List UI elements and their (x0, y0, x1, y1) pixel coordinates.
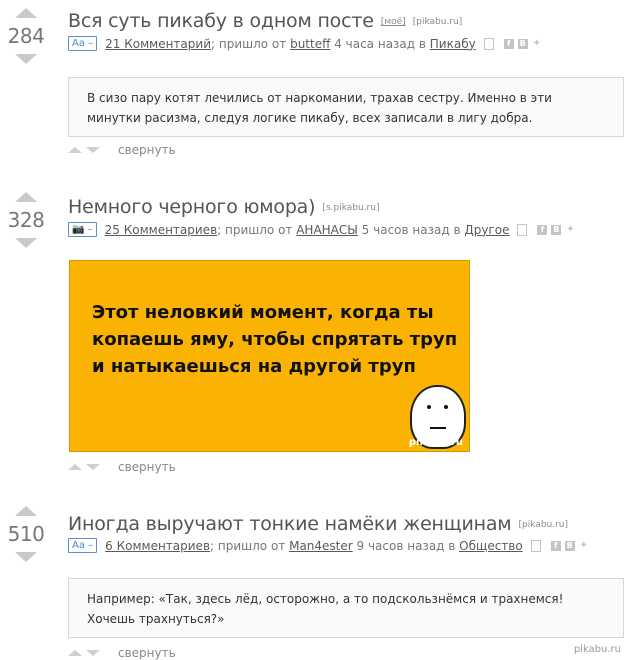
small-upvote-icon[interactable] (68, 147, 82, 153)
eye-icon (444, 405, 448, 409)
facebook-icon[interactable]: f (537, 224, 548, 235)
downvote-icon[interactable] (15, 552, 37, 562)
twitter-icon[interactable]: ✦ (532, 38, 542, 49)
small-upvote-icon[interactable] (68, 650, 82, 656)
mouth-icon (430, 427, 446, 429)
author-link[interactable]: butteff (290, 37, 330, 51)
post-title[interactable]: Вся суть пикабу в одном посте (68, 10, 374, 32)
post-image[interactable]: Этот неловкий момент, когда ты копаешь я… (69, 260, 470, 452)
facebook-icon[interactable]: f (503, 38, 514, 49)
post-time: 5 часов назад в (357, 222, 465, 237)
comments-link[interactable]: 21 Комментарий (105, 37, 211, 51)
post-title[interactable]: Иногда выручают тонкие намёки женщинам (68, 513, 512, 535)
bookmark-icon[interactable] (517, 223, 528, 236)
downvote-icon[interactable] (15, 54, 37, 64)
facebook-icon[interactable]: f (550, 540, 561, 551)
post-type-badge[interactable]: 📷 – (68, 222, 97, 237)
share-icons: f B ✦ (530, 539, 593, 552)
meta-text: ; пришло от (211, 36, 291, 51)
share-icons: f B ✦ (517, 223, 579, 236)
share-icons: f B ✦ (483, 37, 546, 50)
post-text: В сизо пару котят лечились от наркомании… (68, 77, 624, 137)
collapse-link[interactable]: свернуть (118, 143, 176, 157)
post-rating: 328 (7, 208, 45, 232)
small-upvote-icon[interactable] (68, 464, 82, 470)
author-link[interactable]: АНАНАСЫ (296, 223, 358, 237)
post-source: [pikabu.ru] (518, 520, 569, 530)
post-actions: свернуть (68, 460, 176, 474)
post-tag[interactable]: [моё] (381, 17, 406, 27)
upvote-icon[interactable] (15, 8, 37, 18)
image-caption: Этот неловкий момент, когда ты копаешь я… (92, 302, 458, 377)
post-title-row: Вся суть пикабу в одном посте [моё] [pik… (68, 10, 462, 32)
collapse-link[interactable]: свернуть (118, 646, 176, 660)
small-downvote-icon[interactable] (86, 650, 100, 656)
meta-text: ; пришло от (210, 538, 290, 553)
post-type-badge[interactable]: Aa – (68, 36, 98, 51)
bookmark-icon[interactable] (530, 539, 541, 552)
post-rating: 510 (7, 522, 45, 546)
post-source: [pikabu.ru] (412, 17, 463, 27)
post-actions: свернуть (68, 646, 176, 660)
post-title[interactable]: Немного черного юмора) (68, 196, 316, 218)
vkontakte-icon[interactable]: B (551, 224, 562, 235)
vote-column: 510 (4, 506, 48, 562)
post-type-badge[interactable]: Aa – (68, 538, 98, 553)
post-actions: свернуть (68, 143, 176, 157)
vote-column: 328 (4, 192, 48, 248)
twitter-icon[interactable]: ✦ (565, 224, 575, 235)
upvote-icon[interactable] (15, 192, 37, 202)
post-text: Например: «Так, здесь лёд, осторожно, а … (68, 578, 624, 638)
vkontakte-icon[interactable]: B (517, 38, 528, 49)
twitter-icon[interactable]: ✦ (579, 540, 589, 551)
category-link[interactable]: Общество (459, 539, 523, 553)
small-downvote-icon[interactable] (86, 147, 100, 153)
author-link[interactable]: Man4ester (289, 539, 353, 553)
post-title-row: Иногда выручают тонкие намёки женщинам [… (68, 513, 568, 535)
eye-icon (427, 405, 431, 409)
post-meta: 📷 – 25 Комментариев ; пришло от АНАНАСЫ … (68, 222, 579, 237)
vkontakte-icon[interactable]: B (564, 540, 575, 551)
post-meta: Aa – 6 Комментариев ; пришло от Man4este… (68, 538, 593, 553)
vote-column: 284 (4, 8, 48, 64)
post-source: [s.pikabu.ru] (322, 203, 380, 213)
post-time: 9 часов назад в (352, 538, 460, 553)
upvote-icon[interactable] (15, 506, 37, 516)
bookmark-icon[interactable] (483, 37, 494, 50)
category-link[interactable]: Другое (464, 223, 509, 237)
meta-text: ; пришло от (217, 222, 297, 237)
category-link[interactable]: Пикабу (430, 37, 476, 51)
image-watermark: pikabu.ru (408, 437, 463, 448)
downvote-icon[interactable] (15, 238, 37, 248)
post-rating: 284 (7, 24, 45, 48)
small-downvote-icon[interactable] (86, 464, 100, 470)
post-meta: Aa – 21 Комментарий ; пришло от butteff … (68, 36, 546, 51)
comments-link[interactable]: 25 Комментариев (105, 223, 218, 237)
collapse-link[interactable]: свернуть (118, 460, 176, 474)
comments-link[interactable]: 6 Комментариев (105, 539, 210, 553)
page-watermark: pikabu.ru (573, 644, 621, 655)
post-time: 4 часа назад в (330, 36, 430, 51)
post-title-row: Немного черного юмора) [s.pikabu.ru] (68, 196, 379, 218)
